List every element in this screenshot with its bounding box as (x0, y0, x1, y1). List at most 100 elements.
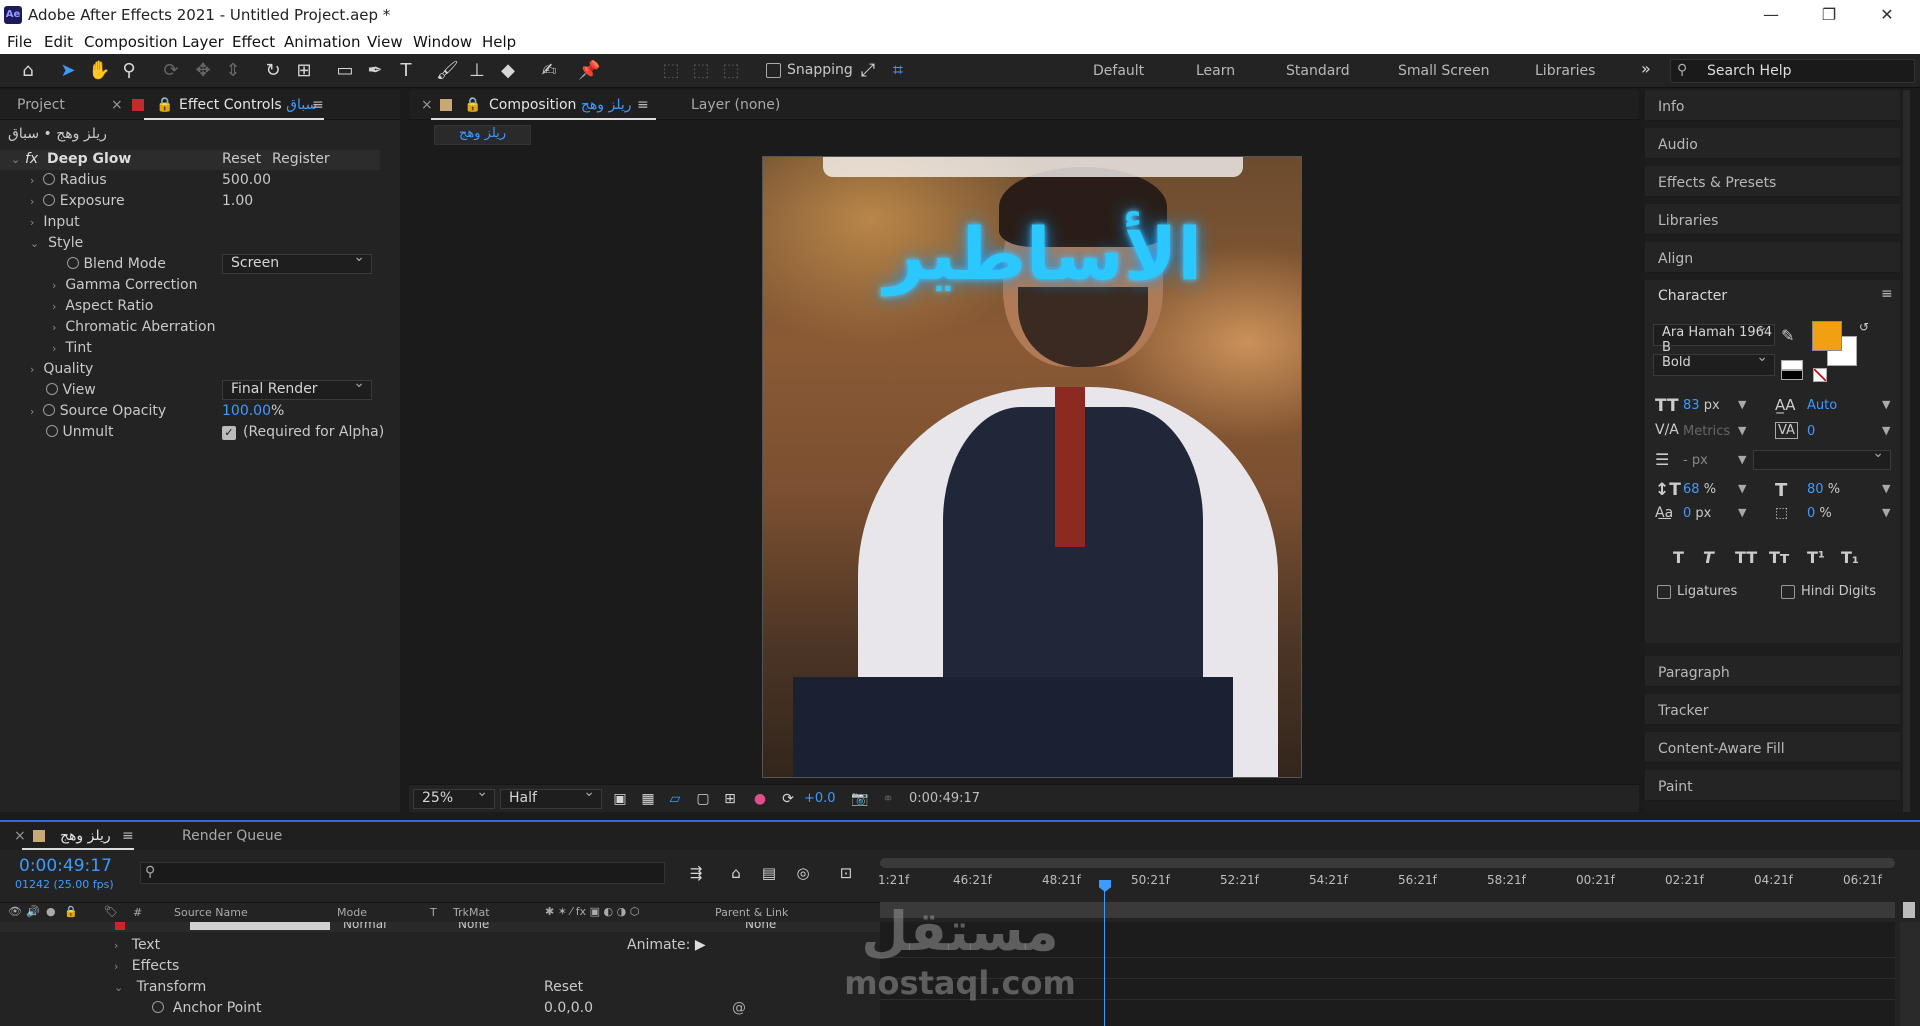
composition-viewer[interactable]: الأساطير (762, 156, 1302, 778)
panel-info[interactable]: Info (1645, 90, 1900, 121)
resolution-dropdown[interactable]: Half (500, 784, 602, 809)
effect-register-link[interactable]: Register (272, 151, 330, 167)
column-source-name[interactable]: Source Name (174, 906, 248, 919)
quality-group[interactable]: › Quality (30, 361, 93, 377)
workspace-learn[interactable]: Learn (1196, 63, 1235, 79)
exposure-stopwatch-icon[interactable] (43, 194, 56, 206)
eraser-tool-icon[interactable]: ◆ (497, 60, 519, 82)
input-group[interactable]: › Input (30, 214, 80, 230)
menu-help[interactable]: Help (482, 33, 516, 51)
roto-brush-tool-icon[interactable]: ✍ (538, 60, 560, 82)
pan-behind-tool-icon[interactable]: ⊞ (293, 60, 315, 82)
anchor-point-stopwatch-icon[interactable] (152, 1001, 164, 1013)
panel-audio[interactable]: Audio (1645, 128, 1900, 159)
white-swatch[interactable] (1781, 360, 1803, 370)
workspace-overflow-icon[interactable]: » (1641, 59, 1651, 78)
menu-edit[interactable]: Edit (44, 33, 73, 51)
vertical-scale-field[interactable]: 68 % (1683, 482, 1716, 497)
tint-chevron-icon[interactable]: › (52, 342, 56, 355)
solo-switch-icon[interactable]: ● (46, 905, 56, 918)
menu-file[interactable]: File (7, 33, 32, 51)
radius-value[interactable]: 500.00 (222, 172, 271, 188)
animate-add-icon[interactable]: ▶ (695, 937, 706, 953)
close-button[interactable]: ✕ (1872, 4, 1902, 26)
layer-trkmat-value[interactable]: None (458, 922, 489, 931)
quality-chevron-icon[interactable]: › (30, 363, 34, 376)
audio-switch-icon[interactable]: 🔊 (26, 905, 40, 918)
hindi-digits-checkbox[interactable] (1781, 585, 1795, 599)
menu-layer[interactable]: Layer (182, 33, 224, 51)
swap-colors-icon[interactable]: ↺ (1859, 320, 1869, 334)
blend-mode-stopwatch-icon[interactable] (67, 257, 79, 269)
exposure-value[interactable]: 1.00 (222, 193, 253, 209)
kerning-caret-icon[interactable]: ▼ (1738, 424, 1746, 437)
source-opacity-stopwatch-icon[interactable] (43, 404, 56, 416)
home-icon[interactable]: ⌂ (17, 60, 39, 82)
puppet-pin-tool-icon[interactable]: 📌 (578, 60, 600, 82)
video-switch-icon[interactable]: 👁 (8, 905, 22, 918)
layer-parent-value[interactable]: None (745, 922, 776, 931)
panel-effects-presets[interactable]: Effects & Presets (1645, 166, 1900, 197)
source-opacity-chevron-icon[interactable]: › (30, 405, 34, 418)
stroke-width-field[interactable]: - px (1683, 453, 1708, 468)
character-menu-icon[interactable]: ≡ (1881, 286, 1893, 302)
faux-italic-button[interactable]: T (1703, 548, 1714, 567)
baseline-shift-caret-icon[interactable]: ▼ (1738, 506, 1746, 519)
comp-navigator-tab[interactable]: ريلز وهج (434, 125, 531, 145)
snapshot-camera-icon[interactable]: 📷 (849, 788, 871, 810)
panel-paragraph[interactable]: Paragraph (1645, 656, 1900, 687)
zoom-tool-icon[interactable]: ⚲ (118, 60, 140, 82)
font-style-dropdown[interactable]: Bold (1653, 349, 1775, 376)
font-size-caret-icon[interactable]: ▼ (1738, 398, 1746, 411)
pan-camera-icon[interactable]: ✥ (192, 60, 214, 82)
workspace-libraries[interactable]: Libraries (1535, 63, 1595, 79)
transform-reset-link[interactable]: Reset (544, 979, 583, 995)
tracking-caret-icon[interactable]: ▼ (1882, 424, 1890, 437)
blend-mode-dropdown[interactable]: Screen (222, 249, 372, 274)
horizontal-scale-caret-icon[interactable]: ▼ (1882, 482, 1890, 495)
tab-layer[interactable]: Layer (none) (691, 97, 780, 113)
anchor-expression-icon[interactable]: @ (732, 1000, 746, 1016)
transparency-grid-icon[interactable]: ▦ (637, 788, 659, 810)
transform-group[interactable]: ⌄ Transform (114, 979, 206, 995)
graph-editor-icon[interactable]: ⊡ (835, 862, 857, 884)
close-comp-tab-icon[interactable]: × (421, 97, 433, 113)
anchor-point-value[interactable]: 0.0,0.0 (544, 1000, 593, 1016)
axis-view-icon[interactable]: ⬚ (720, 60, 742, 82)
view-stopwatch-icon[interactable] (46, 383, 58, 395)
font-family-dropdown[interactable]: Ara Hamah 1964 B (1653, 319, 1775, 355)
unmult-stopwatch-icon[interactable] (46, 425, 58, 437)
workspace-default[interactable]: Default (1093, 63, 1144, 79)
type-tool-icon[interactable]: T (395, 60, 417, 82)
panel-tracker[interactable]: Tracker (1645, 694, 1900, 725)
tab-project[interactable]: Project (17, 97, 65, 113)
aspect-chevron-icon[interactable]: › (52, 300, 56, 313)
minimize-button[interactable]: — (1756, 4, 1786, 26)
exposure-chevron-icon[interactable]: › (30, 195, 34, 208)
channels-icon[interactable]: ● (749, 788, 771, 810)
kerning-value[interactable]: Metrics (1683, 424, 1730, 439)
stroke-style-dropdown[interactable] (1753, 445, 1891, 470)
transform-chevron-icon[interactable]: ⌄ (114, 981, 123, 994)
effect-expand-chevron[interactable]: ⌄ (11, 151, 20, 167)
orbit-camera-icon[interactable]: ⟳ (160, 60, 182, 82)
grid-guides-icon[interactable]: ⊞ (719, 788, 741, 810)
layer-name-field[interactable] (190, 922, 330, 930)
menu-effect[interactable]: Effect (232, 33, 275, 51)
unmult-checkbox[interactable]: ✓ (222, 426, 236, 440)
close-timeline-tab-icon[interactable]: × (14, 828, 26, 844)
baseline-shift-field[interactable]: 0 px (1683, 506, 1711, 521)
timeline-zoom-slider[interactable] (1903, 902, 1915, 918)
effect-reset-link[interactable]: Reset (222, 151, 261, 167)
faux-bold-button[interactable]: T (1673, 548, 1684, 567)
eyedropper-icon[interactable]: ✎ (1781, 326, 1794, 345)
timeline-current-time[interactable]: 0:00:49:17 (19, 856, 112, 876)
region-of-interest-icon[interactable]: ▢ (692, 788, 714, 810)
gamma-chevron-icon[interactable]: › (52, 279, 56, 292)
radius-chevron-icon[interactable]: › (30, 174, 34, 187)
maximize-button[interactable]: ❐ (1814, 4, 1844, 26)
panel-align[interactable]: Align (1645, 242, 1900, 273)
tab-timeline-comp[interactable]: ريلز وهج (60, 828, 111, 844)
animate-control[interactable]: Animate: ▶ (627, 937, 706, 953)
horizontal-scale-field[interactable]: 80 % (1807, 482, 1840, 497)
